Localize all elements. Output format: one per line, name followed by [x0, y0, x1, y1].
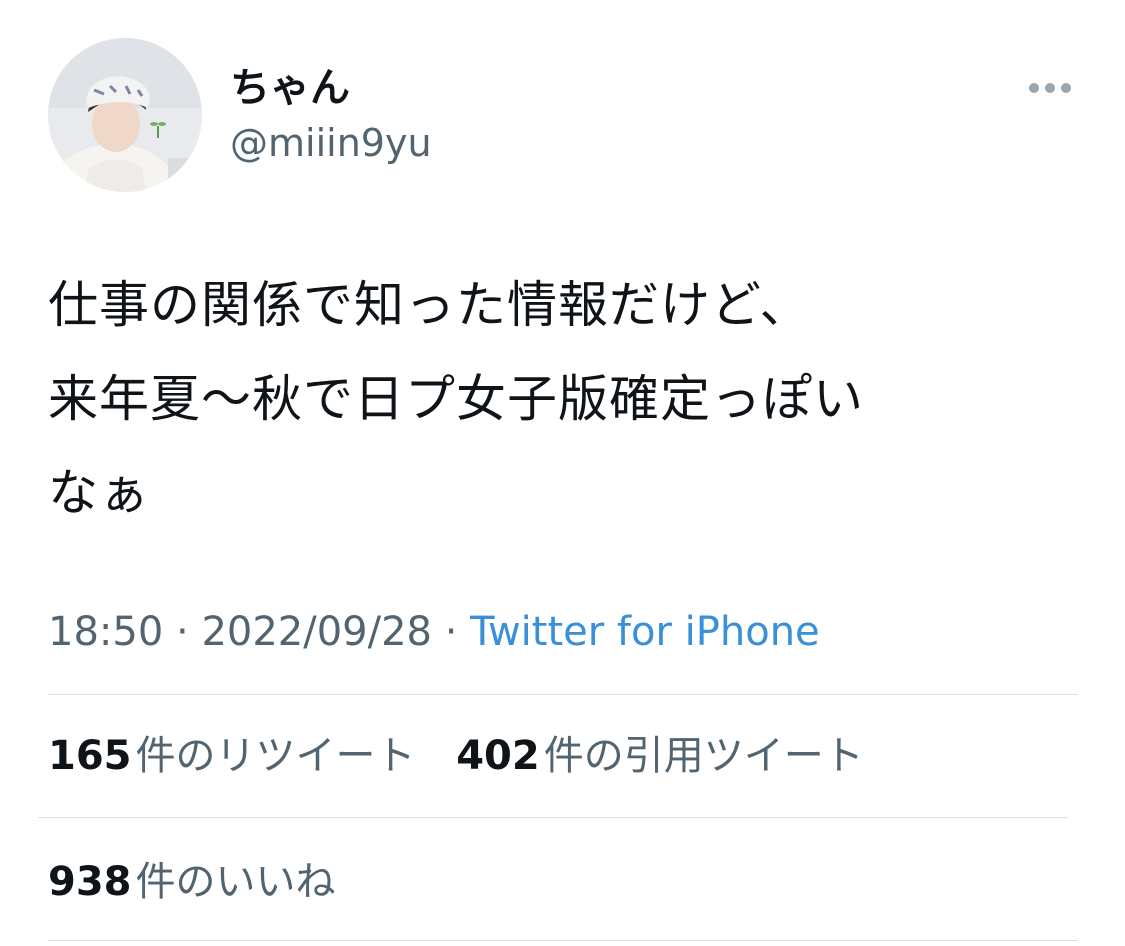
meta-separator: · — [176, 609, 189, 655]
likes-stat[interactable]: 938 件のいいね — [48, 856, 336, 908]
like-label: 件のいいね — [135, 859, 336, 905]
retweets-stat[interactable]: 165 件のリツイート — [48, 730, 416, 782]
divider — [48, 694, 1078, 695]
tweet-meta: 18:50 · 2022/09/28 · Twitter for iPhone — [48, 606, 820, 658]
quote-count: 402 — [456, 733, 540, 779]
divider — [38, 817, 1068, 818]
tweet-text: 仕事の関係で知った情報だけど、 来年夏〜秋で日プ女子版確定っぽい なぁ — [48, 276, 864, 522]
user-handle[interactable]: @miiin9yu — [230, 118, 432, 168]
more-options-button[interactable] — [1020, 70, 1080, 106]
tweet-date[interactable]: 2022/09/28 — [201, 609, 432, 655]
more-horizontal-icon — [1029, 83, 1071, 93]
like-count: 938 — [48, 859, 132, 905]
avatar-image — [48, 38, 202, 192]
likes-stats-row: 938 件のいいね — [48, 856, 336, 908]
tweet-time[interactable]: 18:50 — [48, 609, 163, 655]
engagement-stats-row: 165 件のリツイート 402 件の引用ツイート — [48, 730, 864, 782]
divider — [48, 940, 1078, 941]
retweet-label: 件のリツイート — [135, 733, 416, 779]
avatar[interactable] — [48, 38, 202, 192]
retweet-count: 165 — [48, 733, 132, 779]
tweet-source-link[interactable]: Twitter for iPhone — [470, 609, 820, 655]
quote-label: 件の引用ツイート — [543, 733, 864, 779]
quotes-stat[interactable]: 402 件の引用ツイート — [456, 730, 864, 782]
meta-separator: · — [444, 609, 458, 655]
display-name[interactable]: ちゃん — [230, 62, 350, 114]
